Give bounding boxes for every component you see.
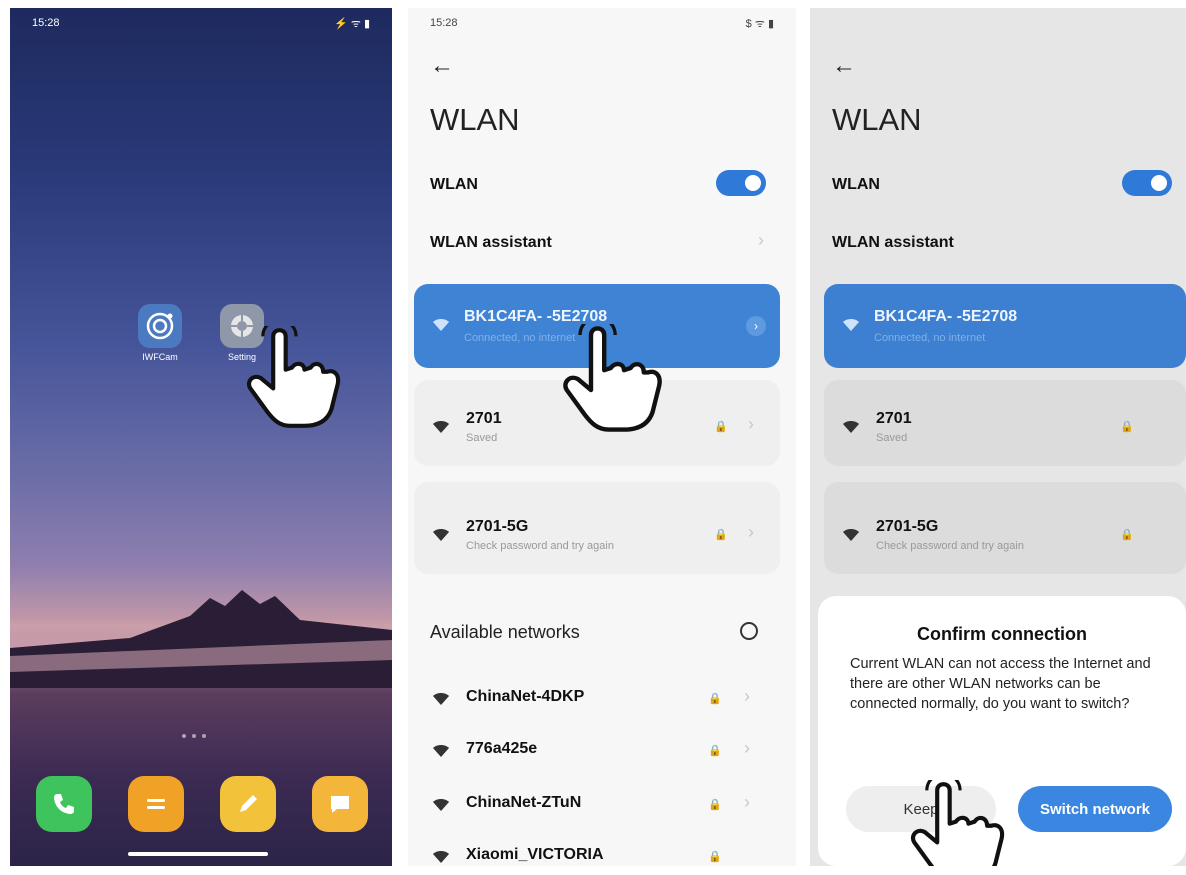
wifi-icon [433, 799, 449, 811]
chevron-right-icon: › [748, 522, 754, 542]
network-ssid: ChinaNet-ZTuN [466, 794, 582, 811]
page-indicator [182, 734, 206, 738]
available-network[interactable]: Xiaomi_VICTORIA 🔒 [408, 834, 796, 866]
chevron-right-icon: › [758, 230, 764, 250]
chevron-right-icon: › [748, 414, 754, 434]
wlan-toggle-label: WLAN [832, 176, 880, 193]
phone-icon[interactable] [36, 776, 92, 832]
wifi-icon [433, 851, 449, 863]
home-screen-panel: 15:28 ⚡ ᯤ ▮ IWFCam Setting [10, 8, 392, 866]
available-network[interactable]: ChinaNet-4DKP 🔒 › [408, 676, 796, 720]
network-ssid: 776a425e [466, 740, 538, 757]
wifi-icon [843, 421, 859, 433]
lock-icon: 🔒 [708, 799, 722, 811]
network-ssid: 2701-5G [876, 518, 939, 535]
tap-hand-icon [910, 780, 1005, 866]
wlan-assistant-label[interactable]: WLAN assistant [430, 234, 552, 252]
network-ssid: ChinaNet-4DKP [466, 688, 585, 705]
switch-network-button[interactable]: Switch network [1018, 786, 1172, 832]
dialog-title: Confirm connection [917, 624, 1087, 644]
available-network[interactable]: ChinaNet-ZTuN 🔒 › [408, 782, 796, 826]
wifi-icon [433, 319, 449, 331]
status-time: 15:28 [32, 17, 60, 29]
wifi-icon [433, 693, 449, 705]
wlan-assistant-label[interactable]: WLAN assistant [832, 234, 954, 252]
tap-hand-icon [246, 326, 341, 428]
network-ssid: Xiaomi_VICTORIA [466, 846, 604, 863]
wifi-icon [433, 529, 449, 541]
network-details-icon[interactable]: › [746, 316, 766, 336]
network-ssid: 2701 [466, 410, 502, 427]
status-bar: 15:28 ⚡ ᯤ ▮ [10, 8, 392, 38]
refresh-icon[interactable] [740, 622, 758, 640]
app-iwfcam[interactable]: IWFCam [130, 304, 190, 362]
camera-app-icon [138, 304, 182, 348]
wlan-toggle-label: WLAN [430, 176, 478, 193]
status-bar: 15:28 $ ᯤ ▮ [408, 8, 796, 38]
confirm-connection-panel: ← WLAN WLAN WLAN assistant BK1C4FA- -5E2… [810, 8, 1186, 866]
chevron-right-icon: › [744, 738, 750, 758]
page-title: WLAN [430, 102, 520, 137]
chevron-right-icon: › [744, 686, 750, 706]
wlan-toggle[interactable] [716, 170, 766, 196]
available-networks-heading: Available networks [430, 622, 580, 642]
lock-icon: 🔒 [708, 745, 722, 757]
status-icons: $ ᯤ ▮ [745, 17, 774, 30]
menu-icon[interactable] [128, 776, 184, 832]
lock-icon: 🔒 [1120, 421, 1134, 433]
notes-icon[interactable] [220, 776, 276, 832]
wifi-icon [433, 745, 449, 757]
lock-icon: 🔒 [1120, 529, 1134, 541]
dock [36, 776, 368, 832]
status-time: 15:28 [430, 17, 458, 29]
available-network[interactable]: 776a425e 🔒 › [408, 728, 796, 772]
lock-icon: 🔒 [714, 421, 728, 433]
chevron-right-icon: › [744, 792, 750, 812]
network-status: Saved [876, 432, 908, 444]
connected-network[interactable]: BK1C4FA- -5E2708 Connected, no internet [824, 284, 1186, 368]
network-ssid: 2701 [876, 410, 912, 427]
lock-icon: 🔒 [708, 693, 722, 705]
page-title: WLAN [832, 102, 922, 137]
wifi-icon [433, 421, 449, 433]
dialog-message: Current WLAN can not access the Internet… [850, 656, 1151, 712]
network-status: Connected, no internet [874, 332, 986, 344]
saved-network[interactable]: 2701 Saved 🔒 [824, 380, 1186, 466]
wlan-settings-panel: 15:28 $ ᯤ ▮ ← WLAN WLAN WLAN assistant ›… [408, 8, 796, 866]
wallpaper-mountain [10, 590, 392, 688]
tap-hand-icon [563, 324, 662, 432]
saved-network[interactable]: 2701-5G Check password and try again 🔒 › [414, 482, 780, 574]
network-ssid: BK1C4FA- -5E2708 [874, 308, 1018, 325]
messages-icon[interactable] [312, 776, 368, 832]
wlan-toggle[interactable] [1122, 170, 1172, 196]
saved-network[interactable]: 2701-5G Check password and try again 🔒 [824, 482, 1186, 574]
lock-icon: 🔒 [708, 851, 722, 863]
back-arrow-icon[interactable]: ← [832, 52, 856, 80]
network-status: Check password and try again [466, 540, 614, 552]
home-indicator[interactable] [128, 852, 268, 856]
network-status: Saved [466, 432, 498, 444]
network-ssid: 2701-5G [466, 518, 529, 535]
back-arrow-icon[interactable]: ← [430, 52, 454, 80]
lock-icon: 🔒 [714, 529, 728, 541]
app-label: IWFCam [142, 352, 178, 362]
wifi-icon [843, 529, 859, 541]
network-status: Check password and try again [876, 540, 1024, 552]
wifi-icon [843, 319, 859, 331]
status-icons: ⚡ ᯤ ▮ [334, 17, 370, 30]
